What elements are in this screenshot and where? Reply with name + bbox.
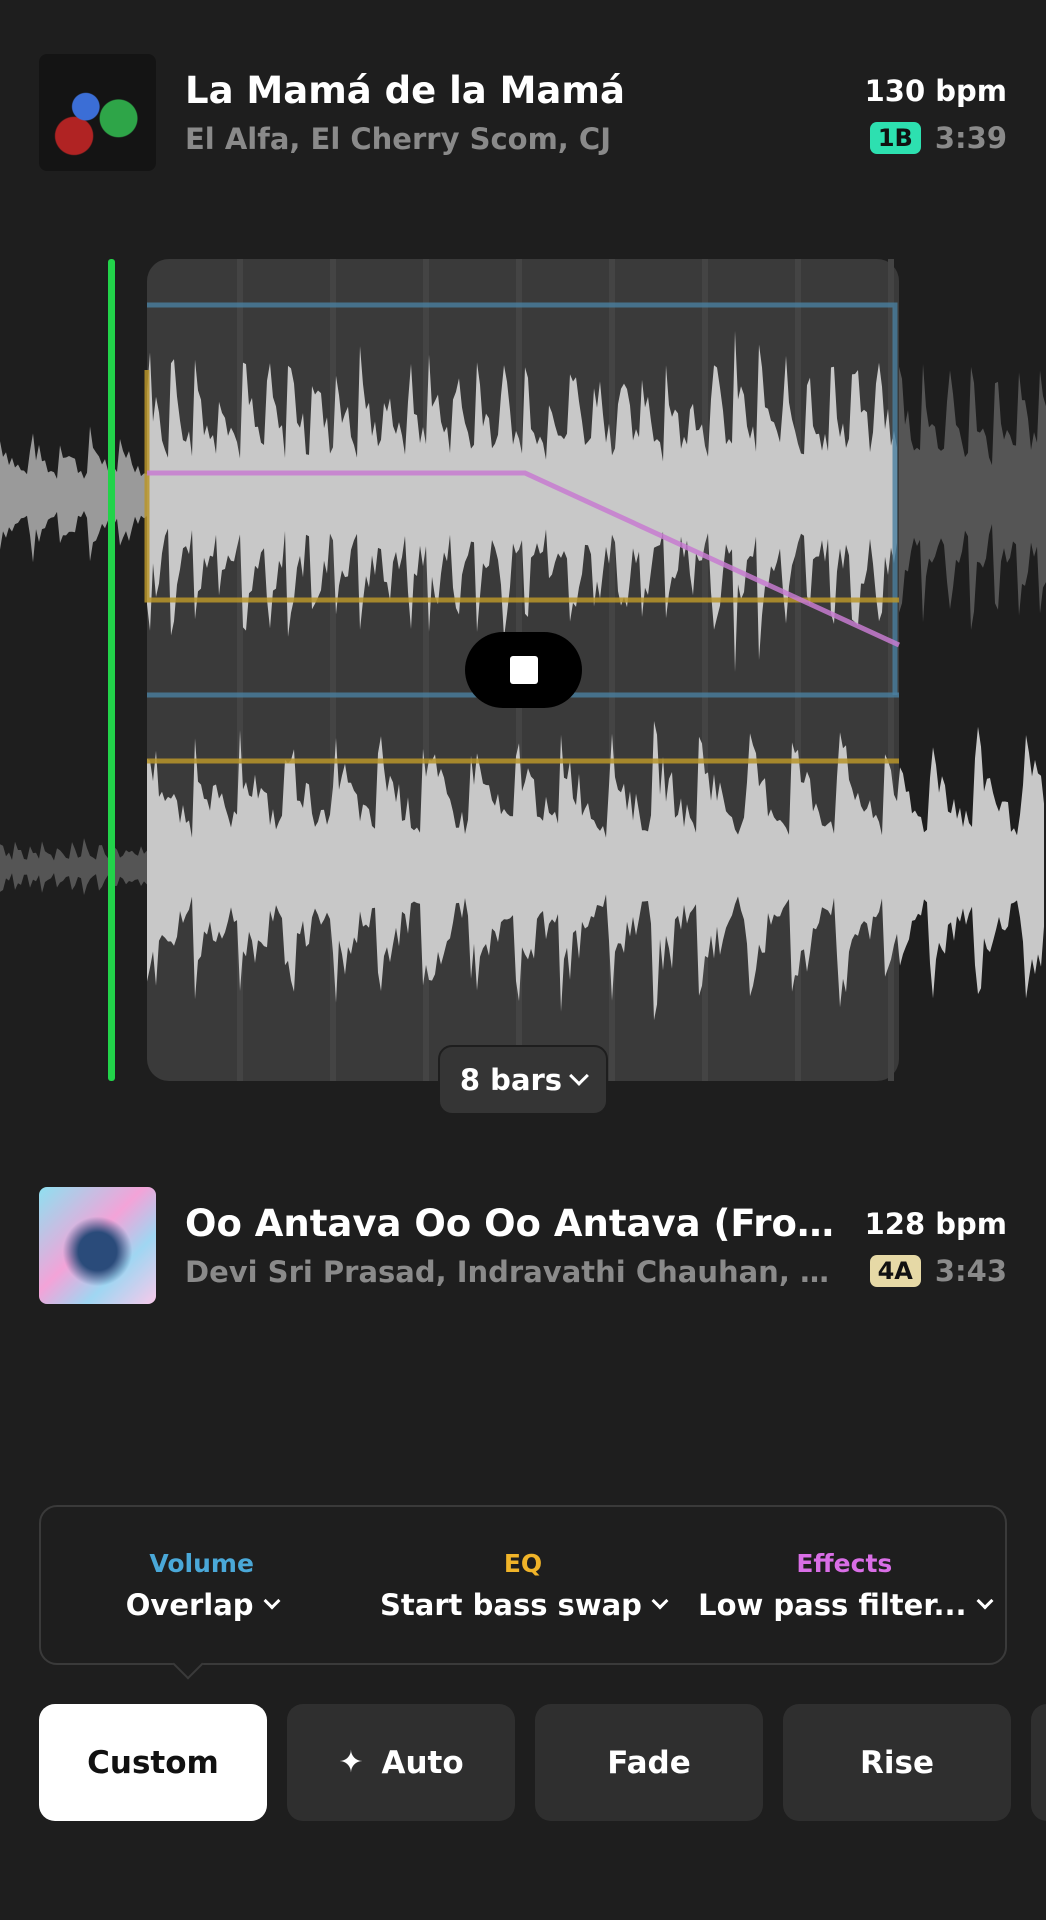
volume-setting[interactable]: Volume Overlap bbox=[41, 1507, 362, 1663]
preset-custom-button[interactable]: Custom bbox=[39, 1704, 267, 1821]
chevron-down-icon bbox=[651, 1592, 669, 1610]
waveform-track2-intro bbox=[0, 838, 147, 895]
transition-length-dropdown[interactable]: 8 bars bbox=[438, 1045, 608, 1115]
effects-value: Low pass filter... bbox=[698, 1588, 967, 1622]
preset-auto-button[interactable]: ✦ Auto bbox=[287, 1704, 515, 1821]
volume-label: Volume bbox=[149, 1549, 254, 1578]
mix-settings-panel: Volume Overlap EQ Start bass swap Effect… bbox=[39, 1505, 1007, 1680]
track-title: Oo Antava Oo Oo Antava (From "P... bbox=[185, 1201, 845, 1245]
effects-setting[interactable]: Effects Low pass filter... bbox=[684, 1507, 1005, 1663]
eq-label: EQ bbox=[503, 1549, 543, 1578]
key-badge: 1B bbox=[869, 121, 921, 154]
track-title: La Mamá de la Mamá bbox=[185, 68, 625, 112]
preset-fade-button[interactable]: Fade bbox=[535, 1704, 763, 1821]
eq-value: Start bass swap bbox=[380, 1588, 642, 1622]
chevron-down-icon bbox=[976, 1592, 994, 1610]
preset-rise-button[interactable]: Rise bbox=[783, 1704, 1011, 1821]
waveform-track1-intro bbox=[0, 426, 147, 563]
key-badge: 4A bbox=[869, 1254, 921, 1287]
track-bpm: 130 bpm bbox=[864, 73, 1007, 108]
playhead bbox=[108, 259, 115, 1081]
waveform-track1-outro bbox=[899, 363, 1046, 630]
stop-icon bbox=[509, 656, 538, 684]
volume-value: Overlap bbox=[125, 1588, 254, 1622]
track-artist: El Alfa, El Cherry Scom, CJ bbox=[185, 121, 611, 156]
track-artist: Devi Sri Prasad, Indravathi Chauhan, Cha… bbox=[185, 1254, 845, 1289]
current-track[interactable]: La Mamá de la Mamá El Alfa, El Cherry Sc… bbox=[39, 54, 1007, 171]
next-track[interactable]: Oo Antava Oo Oo Antava (From "P... Devi … bbox=[39, 1187, 1007, 1304]
eq-setting[interactable]: EQ Start bass swap bbox=[362, 1507, 683, 1663]
track-duration: 3:39 bbox=[934, 120, 1007, 155]
stop-button[interactable] bbox=[465, 632, 582, 708]
transition-presets: Custom ✦ Auto Fade Rise bbox=[39, 1704, 1046, 1821]
chevron-down-icon bbox=[569, 1066, 589, 1086]
track-bpm: 128 bpm bbox=[864, 1206, 1007, 1241]
effects-label: Effects bbox=[796, 1549, 893, 1578]
album-art-next bbox=[39, 1187, 156, 1304]
sparkle-icon: ✦ bbox=[338, 1745, 364, 1780]
preset-more-button[interactable] bbox=[1031, 1704, 1046, 1821]
transition-length-label: 8 bars bbox=[459, 1063, 563, 1097]
track-duration: 3:43 bbox=[934, 1253, 1007, 1288]
album-art-current bbox=[39, 54, 156, 171]
chevron-down-icon bbox=[263, 1592, 281, 1610]
